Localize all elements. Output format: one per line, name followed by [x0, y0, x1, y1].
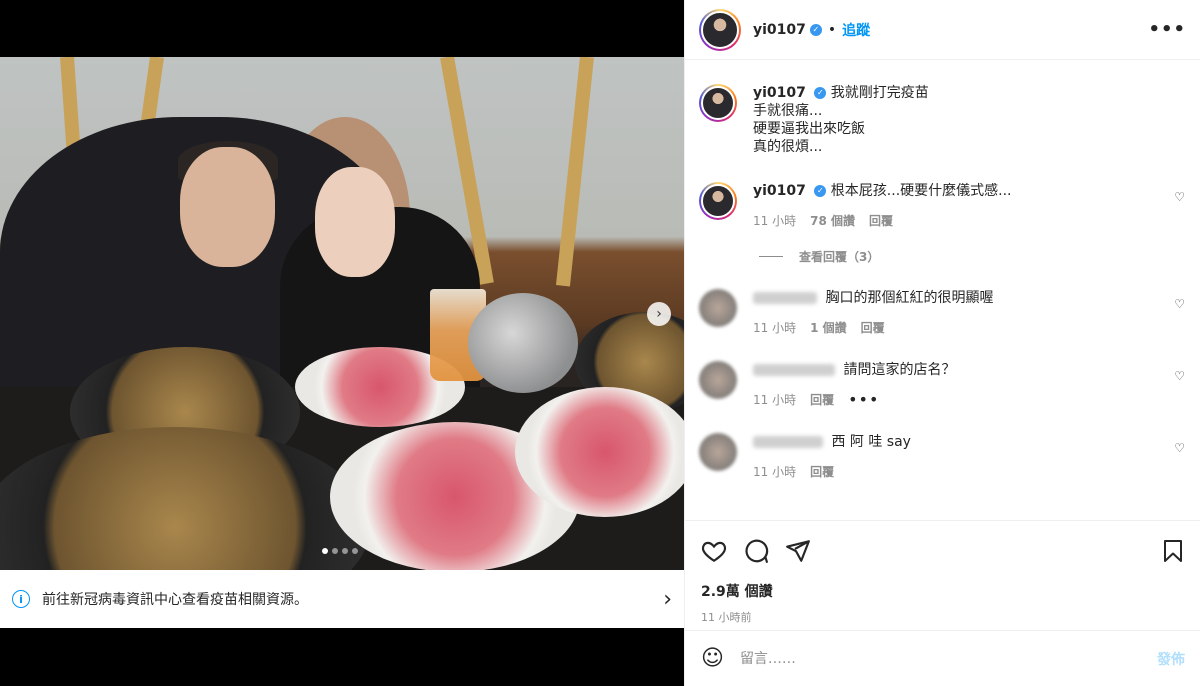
reply-button[interactable]: 回覆 [869, 212, 893, 230]
comments-list[interactable]: yi0107 ✓ 我就剛打完疫苗 手就很痛... 硬要逼我出來吃飯 真的很煩..… [685, 60, 1200, 520]
carousel-dot [342, 548, 348, 554]
avatar[interactable] [699, 182, 737, 220]
comment-item: 胸口的那個紅紅的很明顯喔 11 小時 1 個讚 回覆 ♡ [699, 289, 1187, 337]
covid-info-banner[interactable]: i 前往新冠病毒資訊中心查看疫苗相關資源。 › [0, 570, 684, 628]
comment-more-button[interactable]: ••• [848, 391, 879, 409]
blurred-username[interactable] [753, 436, 823, 448]
comment-item: 西 阿 哇 say 11 小時 回覆 ♡ [699, 433, 1187, 481]
caption: yi0107 ✓ 我就剛打完疫苗 手就很痛... 硬要逼我出來吃飯 真的很煩..… [699, 84, 1187, 156]
verified-badge-icon: ✓ [814, 87, 827, 99]
reply-button[interactable]: 回覆 [861, 319, 885, 337]
avatar[interactable] [699, 84, 737, 122]
like-comment-heart-icon[interactable]: ♡ [1174, 190, 1185, 204]
caption-line: 我就剛打完疫苗 [830, 85, 929, 101]
decor-pole [555, 57, 594, 287]
verified-badge-icon: ✓ [809, 23, 822, 36]
comment-time[interactable]: 11 小時 [753, 391, 796, 409]
like-comment-heart-icon[interactable]: ♡ [1174, 369, 1185, 383]
details-pane: yi0107 ✓ • 追蹤 ••• yi0107 ✓ 我就剛打完疫苗 手就很痛.… [684, 0, 1200, 686]
photo-person-2-face [315, 167, 395, 277]
avatar[interactable] [699, 361, 737, 399]
avatar[interactable] [699, 8, 741, 51]
comment-item: yi0107 ✓ 根本屁孩...硬要什麼儀式感... 11 小時 78 個讚 回… [699, 182, 1187, 230]
heart-icon[interactable] [701, 538, 727, 564]
photo-meat-plate [515, 387, 684, 517]
likes-count[interactable]: 2.9萬 個讚 [701, 581, 1185, 601]
caption-line: 硬要逼我出來吃飯 [753, 121, 865, 137]
view-replies-button[interactable]: 查看回覆（3） [759, 248, 1187, 265]
carousel-dot [332, 548, 338, 554]
more-options-button[interactable]: ••• [1148, 19, 1186, 40]
view-replies-label: 查看回覆（3） [799, 250, 880, 264]
separator-dot: • [827, 21, 837, 38]
avatar[interactable] [699, 289, 737, 327]
post-comment-button[interactable]: 發佈 [1157, 649, 1185, 669]
reply-button[interactable]: 回覆 [810, 391, 834, 409]
post-actions: 2.9萬 個讚 11 小時前 [685, 520, 1200, 625]
caption-username[interactable]: yi0107 [753, 85, 806, 101]
post-header: yi0107 ✓ • 追蹤 ••• [685, 0, 1200, 60]
like-comment-heart-icon[interactable]: ♡ [1174, 297, 1185, 311]
photo-bowl [468, 293, 578, 393]
comment-input[interactable] [739, 650, 1157, 667]
verified-badge-icon: ✓ [814, 185, 827, 197]
chevron-right-icon: › [663, 586, 672, 612]
blurred-username[interactable] [753, 364, 835, 376]
blurred-username[interactable] [753, 292, 817, 304]
carousel-dots [322, 548, 358, 554]
comment-time[interactable]: 11 小時 [753, 463, 796, 481]
carousel-dot [322, 548, 328, 554]
photo-person-1-face [180, 147, 275, 267]
comment-time[interactable]: 11 小時 [753, 212, 796, 230]
share-icon[interactable] [785, 538, 811, 564]
comment-text: 胸口的那個紅紅的很明顯喔 [825, 290, 994, 306]
covid-info-text: 前往新冠病毒資訊中心查看疫苗相關資源。 [42, 592, 308, 608]
post-time[interactable]: 11 小時前 [701, 609, 1185, 625]
like-comment-heart-icon[interactable]: ♡ [1174, 441, 1185, 455]
comment-time[interactable]: 11 小時 [753, 319, 796, 337]
post-photo[interactable] [0, 57, 684, 570]
bookmark-icon[interactable] [1161, 538, 1185, 564]
caption-line: 真的很煩... [753, 139, 823, 155]
media-pane: › i 前往新冠病毒資訊中心查看疫苗相關資源。 › [0, 0, 684, 686]
avatar[interactable] [699, 433, 737, 471]
comment-item: 請問這家的店名？ 11 小時 回覆 ••• ♡ [699, 361, 1187, 409]
comment-username[interactable]: yi0107 [753, 183, 806, 199]
caption-line: 手就很痛... [753, 103, 823, 119]
comment-likes[interactable]: 78 個讚 [810, 212, 855, 230]
info-icon: i [12, 590, 30, 608]
carousel-next-button[interactable]: › [647, 302, 671, 326]
follow-button[interactable]: 追蹤 [842, 20, 870, 40]
comment-text: 請問這家的店名？ [843, 362, 956, 378]
comment-likes[interactable]: 1 個讚 [810, 319, 847, 337]
reply-button[interactable]: 回覆 [810, 463, 834, 481]
add-comment-bar: ☺ 發佈 [685, 630, 1200, 686]
header-username[interactable]: yi0107 [753, 22, 806, 38]
comment-text: 西 阿 哇 say [831, 434, 911, 450]
emoji-icon[interactable]: ☺ [701, 646, 724, 671]
comment-text: 根本屁孩...硬要什麼儀式感... [830, 183, 1012, 199]
comment-icon[interactable] [743, 538, 769, 564]
divider-line [759, 256, 783, 257]
carousel-dot [352, 548, 358, 554]
